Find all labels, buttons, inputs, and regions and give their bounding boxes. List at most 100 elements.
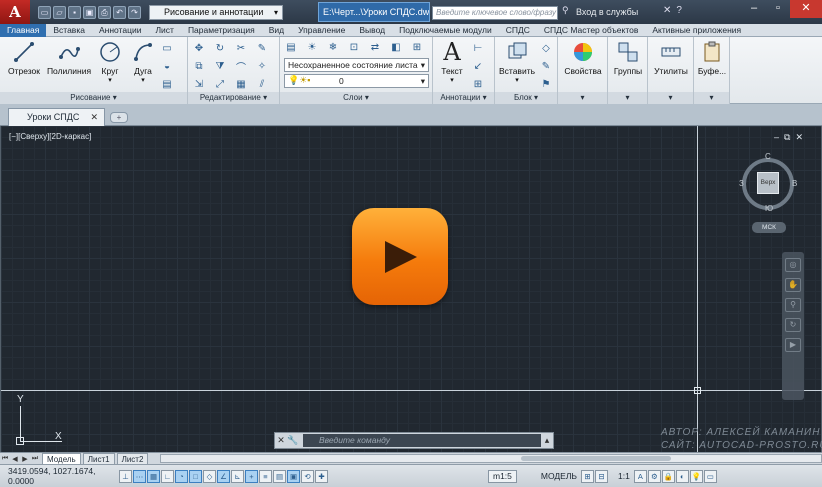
quick-view-drawings-icon[interactable]: ⊟ — [595, 469, 608, 483]
trim-icon[interactable]: ✂ — [234, 41, 248, 55]
open-file-icon[interactable]: ▱ — [53, 5, 66, 19]
drawing-scale[interactable]: m1:5 — [488, 469, 517, 483]
object-snap-icon[interactable]: □ — [189, 469, 202, 483]
command-close-icon[interactable]: ✕ — [275, 435, 287, 446]
first-layout-icon[interactable]: ⏮ — [0, 455, 10, 463]
stretch-icon[interactable]: ⇲ — [192, 77, 206, 91]
lineweight-icon[interactable]: ≡ — [259, 469, 272, 483]
layer-match-icon[interactable]: ⇄ — [368, 40, 382, 54]
search-input[interactable]: Введите ключевое слово/фразу — [432, 6, 558, 20]
transparency-icon[interactable]: ▤ — [273, 469, 286, 483]
layer-previous-icon[interactable]: ⊞ — [410, 40, 424, 54]
text-button[interactable]: A Текст ▾ — [435, 38, 469, 84]
help-icon[interactable]: ? — [676, 5, 682, 16]
compass-west[interactable]: З — [739, 179, 744, 188]
command-input[interactable]: Введите команду — [303, 434, 541, 447]
lock-ui-icon[interactable]: 🔒 — [661, 469, 675, 483]
layer-freeze-icon[interactable]: ❄ — [326, 40, 340, 54]
layer-state-select[interactable]: Несохраненное состояние листа — [284, 58, 429, 72]
polar-tracking-icon[interactable]: ◔ — [175, 469, 188, 483]
command-settings-icon[interactable]: 🔧 — [287, 435, 299, 446]
save-icon[interactable]: ▪ — [68, 5, 81, 19]
snap-mode-icon[interactable]: ⋯ — [133, 469, 146, 483]
clean-screen-icon[interactable]: ▭ — [703, 469, 717, 483]
ribbon-tab[interactable]: Активные приложения — [645, 24, 748, 37]
ortho-mode-icon[interactable]: ∟ — [161, 469, 174, 483]
create-block-icon[interactable]: ◇ — [539, 41, 553, 55]
panel-modify-title[interactable]: Редактирование ▾ — [188, 92, 279, 104]
move-icon[interactable]: ✥ — [192, 41, 206, 55]
selection-cycling-icon[interactable]: ⟲ — [301, 469, 314, 483]
scale-icon[interactable]: ⤢ — [213, 77, 227, 91]
workspace-switching-icon[interactable]: ⚙ — [647, 469, 661, 483]
dynamic-ucs-icon[interactable]: ⊾ — [231, 469, 244, 483]
table-icon[interactable]: ⊞ — [471, 77, 485, 91]
last-layout-icon[interactable]: ⏭ — [30, 455, 40, 463]
layer-on-icon[interactable]: ☀ — [305, 40, 319, 54]
layout-tab[interactable]: Лист1 — [82, 453, 115, 464]
groups-button[interactable]: Группы — [608, 40, 648, 76]
zoom-icon[interactable]: ⚲ — [785, 298, 801, 312]
orbit-icon[interactable]: ↻ — [785, 318, 801, 332]
compass-south[interactable]: Ю — [765, 204, 773, 213]
showmotion-icon[interactable]: ▶ — [785, 338, 801, 352]
compass-north[interactable]: С — [765, 152, 771, 161]
offset-icon[interactable]: ⫽ — [255, 77, 269, 91]
ribbon-tab[interactable]: Лист — [148, 24, 180, 37]
sign-in-link[interactable]: Вход в службы — [576, 7, 638, 17]
quick-view-layouts-icon[interactable]: ⊞ — [581, 469, 594, 483]
layer-isolate-icon[interactable]: ◧ — [389, 40, 403, 54]
document-tab[interactable]: Уроки СПДС ✕ — [8, 108, 105, 126]
block-attributes-icon[interactable]: ⚑ — [539, 77, 553, 91]
object-snap-tracking-icon[interactable]: ∠ — [217, 469, 230, 483]
cursor-coordinates[interactable]: 3419.0594, 1027.1674, 0.0000 — [8, 466, 118, 486]
minimize-icon[interactable]: – — [742, 0, 766, 18]
viewport-close-icon[interactable]: ✕ — [795, 132, 803, 143]
isolate-objects-icon[interactable]: 💡 — [689, 469, 703, 483]
ribbon-tab[interactable]: СПДС — [499, 24, 537, 37]
viewport-restore-icon[interactable]: ⧉ — [784, 132, 790, 143]
leader-icon[interactable]: ↙ — [471, 59, 485, 73]
text-dropdown-icon[interactable]: ▾ — [435, 76, 469, 84]
ribbon-tab[interactable]: Управление — [291, 24, 352, 37]
explode-icon[interactable]: ✧ — [255, 59, 269, 73]
utilities-button[interactable]: Утилиты — [650, 40, 692, 76]
close-tab-icon[interactable]: ✕ — [90, 109, 98, 125]
exchange-icon[interactable]: ✕ — [663, 5, 671, 16]
close-icon[interactable]: ✕ — [790, 0, 822, 18]
layout-tab[interactable]: Модель — [42, 453, 81, 464]
panel-layers-title[interactable]: Слои ▾ — [280, 92, 432, 104]
panel-groups-dropdown-icon[interactable]: ▾ — [608, 92, 647, 104]
pan-icon[interactable]: ✋ — [785, 278, 801, 292]
gradient-icon[interactable]: ▤ — [160, 77, 174, 91]
ribbon-tab[interactable]: СПДС Мастер объектов — [537, 24, 645, 37]
steering-wheel-icon[interactable]: ◎ — [785, 258, 801, 272]
layer-lock-icon[interactable]: ⊡ — [347, 40, 361, 54]
properties-button[interactable]: Свойства — [561, 40, 605, 76]
panel-annotation-title[interactable]: Аннотации ▾ — [433, 92, 494, 104]
annotation-scale[interactable]: 1:1 — [618, 471, 630, 481]
line-button[interactable]: Отрезок — [4, 40, 44, 76]
copy-icon[interactable]: ⧉ — [192, 59, 206, 73]
fillet-icon[interactable]: ⌒ — [234, 59, 248, 74]
workspace-select[interactable]: Рисование и аннотации — [149, 4, 283, 20]
save-as-icon[interactable]: ▣ — [83, 5, 96, 19]
circle-button[interactable]: Круг ▾ — [93, 40, 127, 84]
circle-dropdown-icon[interactable]: ▾ — [93, 76, 127, 84]
scrollbar-thumb[interactable] — [521, 456, 671, 461]
ribbon-tab[interactable]: Аннотации — [92, 24, 149, 37]
clipboard-button[interactable]: Буфе... — [694, 40, 730, 76]
3d-osnap-icon[interactable]: ◇ — [203, 469, 216, 483]
prev-layout-icon[interactable]: ◀ — [10, 455, 20, 463]
undo-icon[interactable]: ↶ — [113, 5, 126, 19]
infer-constraints-icon[interactable]: ⊥ — [119, 469, 132, 483]
panel-block-title[interactable]: Блок ▾ — [495, 92, 557, 104]
ribbon-tab[interactable]: Параметризация — [181, 24, 262, 37]
rectangle-icon[interactable]: ▭ — [160, 41, 174, 55]
panel-utilities-dropdown-icon[interactable]: ▾ — [648, 92, 693, 104]
layer-properties-icon[interactable]: ▤ — [284, 40, 298, 54]
rotate-icon[interactable]: ↻ — [213, 41, 227, 55]
new-tab-button[interactable]: + — [110, 112, 128, 123]
ribbon-tab[interactable]: Вставка — [46, 24, 92, 37]
redo-icon[interactable]: ↷ — [128, 5, 141, 19]
